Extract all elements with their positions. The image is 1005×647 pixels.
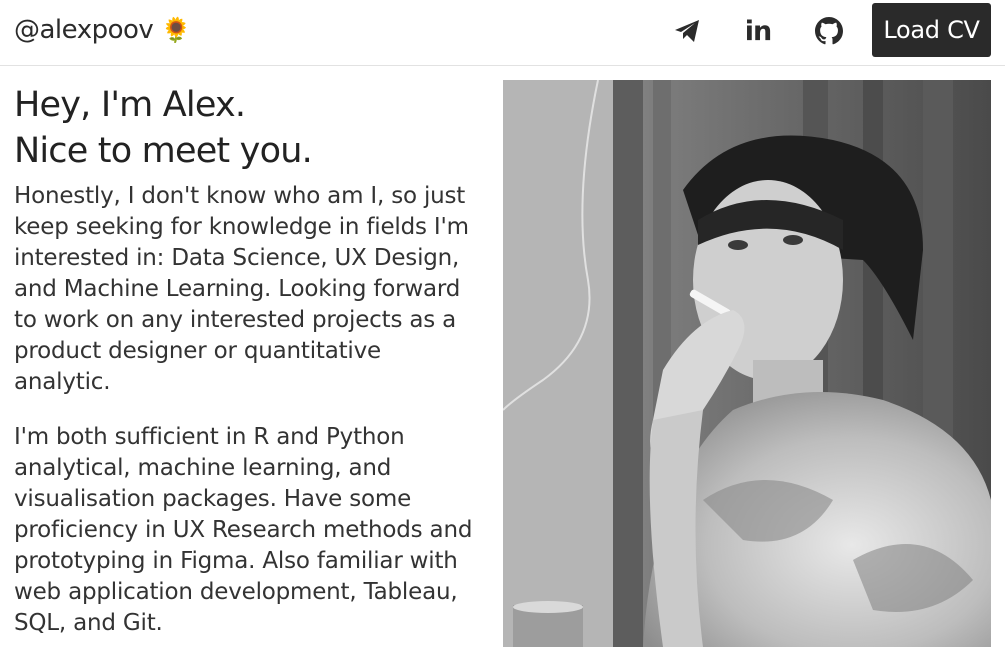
telegram-icon[interactable] xyxy=(672,16,702,46)
profile-photo xyxy=(503,80,991,647)
linkedin-label: in xyxy=(744,15,773,47)
brand-name[interactable]: @alexpoov xyxy=(14,15,154,45)
linkedin-icon[interactable]: in xyxy=(743,15,773,47)
headline-line-2: Nice to meet you. xyxy=(14,131,313,171)
sunflower-icon: 🌻 xyxy=(161,16,191,44)
top-navbar: @alexpoov 🌻 in Load CV xyxy=(0,0,1005,66)
github-icon[interactable] xyxy=(814,16,844,46)
skills-paragraph: I'm both sufficient in R and Python anal… xyxy=(14,424,473,636)
intro-section: Hey, I'm Alex. Nice to meet you. Honestl… xyxy=(14,82,484,639)
load-cv-button[interactable]: Load CV xyxy=(872,3,991,57)
intro-paragraph: Honestly, I don't know who am I, so just… xyxy=(14,183,469,395)
headline-line-1: Hey, I'm Alex. xyxy=(14,85,246,125)
page-title: Hey, I'm Alex. Nice to meet you. xyxy=(14,82,484,174)
brand-logo[interactable]: @alexpoov 🌻 xyxy=(14,15,191,45)
